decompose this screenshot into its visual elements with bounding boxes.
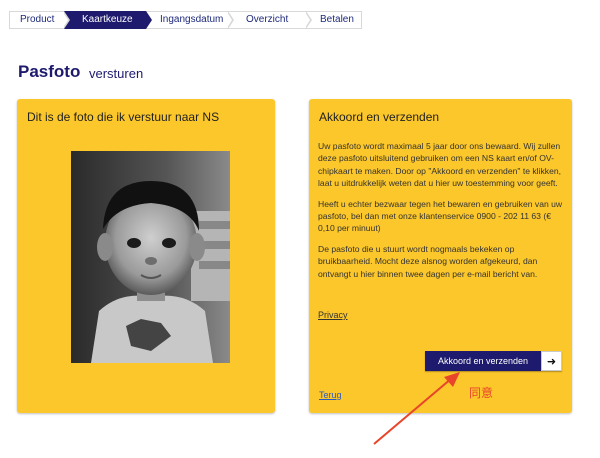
page-subtitle: versturen bbox=[89, 66, 144, 81]
agree-button-label: Akkoord en verzenden bbox=[425, 351, 541, 371]
consent-paragraph: Uw pasfoto wordt maximaal 5 jaar door on… bbox=[318, 141, 562, 188]
page-title: Pasfoto bbox=[18, 62, 81, 81]
step-label: Product bbox=[20, 14, 55, 25]
passport-photo bbox=[71, 151, 230, 363]
photo-preview-heading: Dit is de foto die ik verstuur naar NS bbox=[27, 110, 220, 124]
consent-text: Uw pasfoto wordt maximaal 5 jaar door on… bbox=[318, 140, 565, 288]
consent-heading: Akkoord en verzenden bbox=[319, 110, 440, 124]
arrow-right-icon: ➜ bbox=[541, 351, 562, 371]
step-kaartkeuze[interactable]: Kaartkeuze bbox=[64, 11, 152, 29]
chevron-right-icon bbox=[227, 11, 234, 29]
step-ingangsdatum[interactable]: Ingangsdatum bbox=[146, 11, 234, 29]
chevron-right-icon bbox=[145, 11, 152, 29]
consent-paragraph: Heeft u echter bezwaar tegen het bewaren… bbox=[318, 198, 563, 234]
child-portrait-image bbox=[71, 151, 230, 363]
step-betalen[interactable]: Betalen bbox=[306, 11, 362, 29]
chevron-right-icon bbox=[305, 11, 312, 29]
step-product[interactable]: Product bbox=[9, 11, 70, 29]
consent-panel: Akkoord en verzenden Uw pasfoto wordt ma… bbox=[309, 99, 572, 413]
step-label: Ingangsdatum bbox=[160, 14, 224, 25]
photo-preview-panel: Dit is de foto die ik verstuur naar NS bbox=[17, 99, 275, 413]
checkout-steps: Product Kaartkeuze Ingangsdatum Overzich… bbox=[9, 11, 362, 29]
privacy-link[interactable]: Privacy bbox=[318, 310, 348, 320]
back-link[interactable]: Terug bbox=[319, 390, 342, 400]
step-label: Kaartkeuze bbox=[82, 14, 133, 25]
annotation-label: 同意 bbox=[469, 386, 494, 400]
chevron-right-icon bbox=[63, 11, 70, 29]
step-label: Betalen bbox=[320, 14, 354, 25]
agree-and-send-button[interactable]: Akkoord en verzenden ➜ bbox=[425, 351, 562, 371]
step-label: Overzicht bbox=[246, 14, 289, 25]
consent-paragraph: De pasfoto die u stuurt wordt nogmaals b… bbox=[318, 244, 538, 279]
step-overzicht[interactable]: Overzicht bbox=[228, 11, 312, 29]
